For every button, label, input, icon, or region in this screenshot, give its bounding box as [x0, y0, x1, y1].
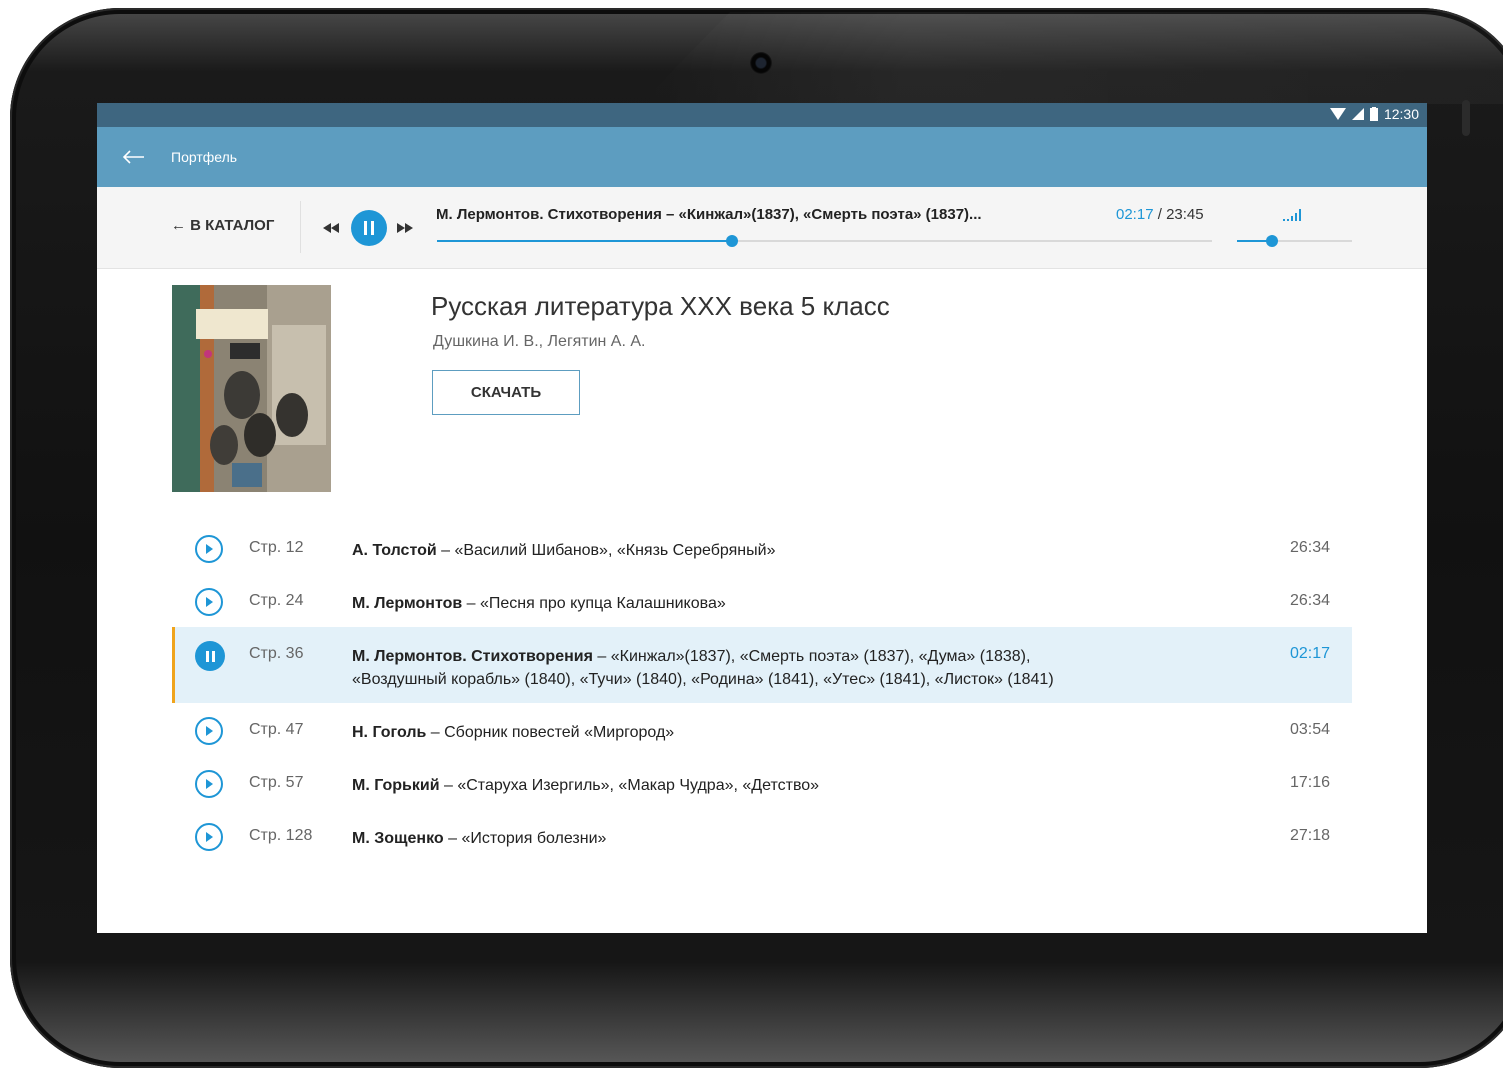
pause-button[interactable]: [351, 210, 387, 246]
front-camera: [750, 52, 772, 74]
screen: 12:30 Портфель ← В КАТАЛОГ М. Лермонтов.…: [97, 103, 1427, 933]
track-duration: 03:54: [1289, 721, 1330, 738]
track-author: Н. Гоголь: [352, 724, 427, 741]
total-time: 23:45: [1166, 206, 1204, 223]
book-cover: [172, 285, 331, 492]
track-title: М. Горький – «Старуха Изергиль», «Макар …: [352, 774, 1112, 797]
progress-fill: [437, 240, 732, 242]
track-works: – «История болезни»: [443, 830, 607, 847]
pause-icon: [364, 221, 374, 235]
rewind-icon[interactable]: [323, 220, 339, 238]
playback-time: 02:17 / 23:45: [1116, 206, 1204, 223]
track-title: М. Лермонтов. Стихотворения – «Кинжал»(1…: [352, 645, 1112, 691]
player-divider: [300, 201, 301, 253]
status-bar: 12:30: [97, 103, 1427, 127]
volume-handle[interactable]: [1265, 235, 1278, 247]
track-row[interactable]: Стр. 12 А. Толстой – «Василий Шибанов», «…: [172, 521, 1352, 574]
side-button: [1462, 100, 1470, 136]
status-icons: 12:30: [1329, 106, 1419, 122]
wifi-icon: [1329, 108, 1346, 120]
track-page: Стр. 57: [249, 774, 304, 791]
back-to-catalog-button[interactable]: ← В КАТАЛОГ: [171, 217, 274, 234]
track-duration: 17:16: [1289, 774, 1330, 791]
play-icon[interactable]: [195, 717, 223, 745]
app-bar-title: Портфель: [171, 149, 238, 165]
status-time: 12:30: [1383, 106, 1419, 122]
book-authors: Душкина И. В., Легятин А. А.: [433, 333, 646, 350]
track-row[interactable]: Стр. 128 М. Зощенко – «История болезни» 27…: [172, 809, 1352, 862]
track-row[interactable]: Стр. 47 Н. Гоголь – Сборник повестей «Мир…: [172, 703, 1352, 756]
track-author: М. Зощенко: [352, 830, 444, 847]
track-works: – «Василий Шибанов», «Князь Серебряный»: [436, 542, 776, 559]
book-title: Русская литература XXX века 5 класс: [431, 291, 890, 321]
player-bar: ← В КАТАЛОГ М. Лермонтов. Стихотворения …: [97, 187, 1427, 269]
track-title: Н. Гоголь – Сборник повестей «Миргород»: [352, 721, 1112, 744]
track-page: Стр. 128: [249, 827, 313, 844]
time-separator: /: [1153, 206, 1167, 223]
track-page: Стр. 12: [249, 539, 304, 556]
track-duration: 02:17: [1289, 645, 1330, 662]
track-author: М. Горький: [352, 777, 440, 794]
play-icon[interactable]: [195, 770, 223, 798]
track-row[interactable]: Стр. 36 М. Лермонтов. Стихотворения – «Ки…: [172, 627, 1352, 703]
track-row[interactable]: Стр. 57 М. Горький – «Старуха Изергиль», …: [172, 756, 1352, 809]
track-list: Стр. 12 А. Толстой – «Василий Шибанов», «…: [172, 521, 1352, 862]
track-works: – Сборник повестей «Миргород»: [426, 724, 675, 741]
track-title: М. Зощенко – «История болезни»: [352, 827, 1112, 850]
track-page: Стр. 47: [249, 721, 304, 738]
track-works: – «Песня про купца Калашникова»: [462, 595, 726, 612]
now-playing-title: М. Лермонтов. Стихотворения – «Кинжал»(1…: [436, 206, 982, 223]
track-author: М. Лермонтов: [352, 595, 463, 612]
track-title: М. Лермонтов – «Песня про купца Калашник…: [352, 592, 1112, 615]
play-icon[interactable]: [195, 588, 223, 616]
app-bar: Портфель: [97, 127, 1427, 187]
track-page: Стр. 24: [249, 592, 304, 609]
track-duration: 26:34: [1289, 592, 1330, 609]
track-duration: 26:34: [1289, 539, 1330, 556]
progress-handle[interactable]: [725, 235, 738, 247]
track-works: – «Старуха Изергиль», «Макар Чудра», «Де…: [439, 777, 820, 794]
track-page: Стр. 36: [249, 645, 304, 662]
play-icon[interactable]: [195, 535, 223, 563]
battery-icon: [1369, 107, 1378, 121]
fast-forward-icon[interactable]: [397, 220, 413, 238]
track-author: А. Толстой: [352, 542, 437, 559]
track-row[interactable]: Стр. 24 М. Лермонтов – «Песня про купца К…: [172, 574, 1352, 627]
track-author: М. Лермонтов. Стихотворения: [352, 648, 593, 665]
cell-signal-icon: [1351, 108, 1364, 120]
back-arrow-icon[interactable]: [121, 145, 145, 169]
progress-slider[interactable]: [437, 235, 1212, 247]
volume-slider[interactable]: [1237, 235, 1352, 247]
pause-icon[interactable]: [195, 641, 225, 671]
play-icon[interactable]: [195, 823, 223, 851]
track-duration: 27:18: [1289, 827, 1330, 844]
volume-icon: [1283, 208, 1305, 226]
current-time: 02:17: [1116, 206, 1154, 223]
download-button[interactable]: СКАЧАТЬ: [432, 370, 580, 415]
track-title: А. Толстой – «Василий Шибанов», «Князь С…: [352, 539, 1112, 562]
